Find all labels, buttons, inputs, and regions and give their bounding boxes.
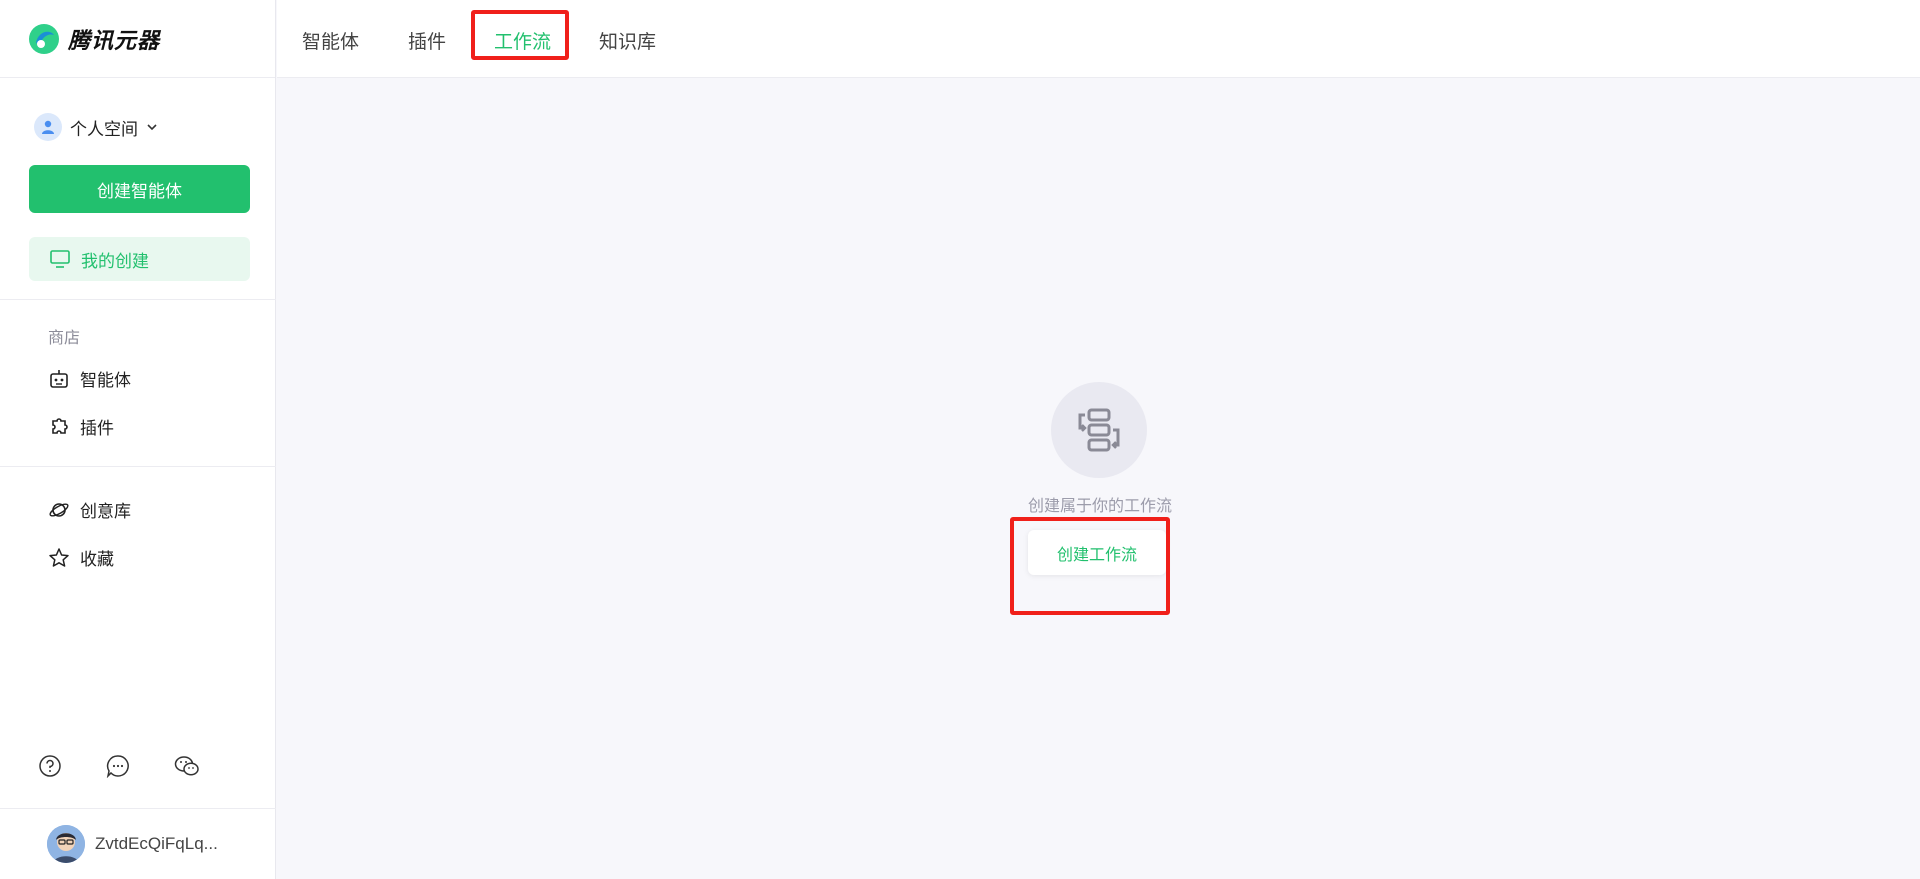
chevron-down-icon: [147, 124, 157, 131]
sidebar-item-agents[interactable]: 智能体: [48, 366, 131, 391]
sidebar-item-label: 我的创建: [81, 251, 149, 271]
brand-name: 腾讯元器: [68, 27, 161, 53]
space-switcher[interactable]: 个人空间: [34, 113, 158, 141]
divider: [0, 299, 276, 300]
store-section-title: 商店: [48, 330, 81, 347]
divider: [0, 466, 276, 467]
sidebar-item-label: 智能体: [80, 371, 131, 390]
create-agent-button[interactable]: 创建智能体: [29, 165, 250, 213]
avatar: [47, 825, 85, 863]
sidebar-item-plugins[interactable]: 插件: [48, 414, 114, 439]
highlight-box-create-workflow: [1010, 517, 1170, 615]
logo-row[interactable]: 腾讯元器: [0, 0, 275, 78]
user-profile[interactable]: ZvtdEcQiFqLq...: [0, 808, 276, 879]
robot-icon: [50, 369, 68, 388]
empty-state-text: 创建属于你的工作流: [1027, 498, 1172, 515]
bottom-toolbar: [38, 754, 199, 779]
highlight-box-tab: [471, 10, 569, 60]
sidebar-item-favorites[interactable]: 收藏: [48, 545, 114, 570]
puzzle-icon: [52, 417, 68, 434]
planet-icon: [49, 502, 69, 517]
tab-plugins[interactable]: 插件: [408, 27, 446, 54]
sidebar-item-label: 创意库: [80, 502, 131, 521]
sidebar-item-my-creation[interactable]: 我的创建: [29, 237, 250, 281]
space-label: 个人空间: [70, 119, 138, 139]
help-icon[interactable]: [38, 754, 62, 778]
sidebar-item-label: 收藏: [80, 550, 114, 569]
yuanqi-logo-icon: [29, 23, 59, 54]
wechat-icon[interactable]: [174, 754, 199, 778]
user-icon: [34, 113, 62, 141]
star-icon: [49, 547, 69, 567]
sidebar: 腾讯元器 个人空间 创建智能体 我的创建 商店 智能体 插件 创意库 收藏 Zv…: [0, 0, 276, 879]
user-name: ZvtdEcQiFqLq...: [95, 834, 218, 853]
tab-agents[interactable]: 智能体: [302, 27, 359, 54]
workflow-icon: [1051, 382, 1147, 478]
feedback-icon[interactable]: [106, 754, 130, 779]
sidebar-item-label: 插件: [80, 419, 114, 438]
monitor-icon: [50, 250, 70, 268]
sidebar-item-idea-library[interactable]: 创意库: [48, 497, 131, 522]
tab-knowledge-base[interactable]: 知识库: [599, 27, 656, 54]
